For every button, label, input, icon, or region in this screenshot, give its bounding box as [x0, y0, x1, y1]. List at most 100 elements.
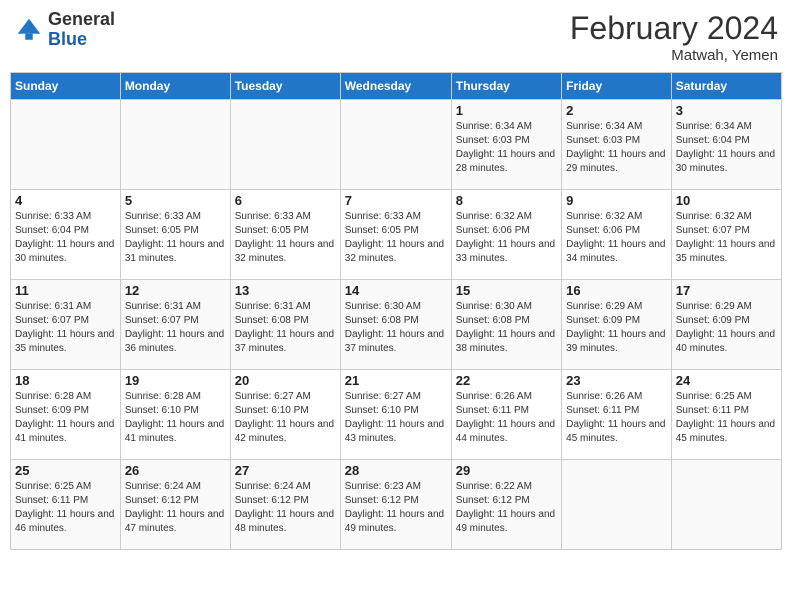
day-cell: [340, 100, 451, 190]
day-info: Sunrise: 6:24 AM Sunset: 6:12 PM Dayligh…: [235, 480, 336, 536]
col-header-thursday: Thursday: [451, 73, 561, 100]
day-cell: 8 Sunrise: 6:32 AM Sunset: 6:06 PM Daylig…: [451, 190, 561, 280]
day-info: Sunrise: 6:23 AM Sunset: 6:12 PM Dayligh…: [345, 480, 447, 536]
day-number: 8: [456, 193, 557, 208]
day-cell: 22 Sunrise: 6:26 AM Sunset: 6:11 PM Dayli…: [451, 370, 561, 460]
day-cell: [11, 100, 121, 190]
day-info: Sunrise: 6:32 AM Sunset: 6:06 PM Dayligh…: [566, 210, 667, 266]
day-number: 3: [676, 103, 777, 118]
day-cell: 15 Sunrise: 6:30 AM Sunset: 6:08 PM Dayli…: [451, 280, 561, 370]
calendar-subtitle: Matwah, Yemen: [570, 47, 778, 64]
day-cell: 11Sunrise: 6:31 AM Sunset: 6:07 PM Dayli…: [11, 280, 121, 370]
day-info: Sunrise: 6:26 AM Sunset: 6:11 PM Dayligh…: [456, 390, 557, 446]
logo-general: General: [48, 10, 115, 30]
day-cell: 9 Sunrise: 6:32 AM Sunset: 6:06 PM Daylig…: [562, 190, 672, 280]
day-cell: 29 Sunrise: 6:22 AM Sunset: 6:12 PM Dayli…: [451, 460, 561, 550]
day-cell: 6Sunrise: 6:33 AM Sunset: 6:05 PM Daylig…: [230, 190, 340, 280]
week-row-1: 1 Sunrise: 6:34 AM Sunset: 6:03 PM Daylig…: [11, 100, 782, 190]
day-cell: 18 Sunrise: 6:28 AM Sunset: 6:09 PM Dayli…: [11, 370, 121, 460]
day-info: Sunrise: 6:28 AM Sunset: 6:10 PM Dayligh…: [125, 390, 226, 446]
day-cell: 23 Sunrise: 6:26 AM Sunset: 6:11 PM Dayli…: [562, 370, 672, 460]
calendar-title: February 2024: [570, 10, 778, 47]
header-row: SundayMondayTuesdayWednesdayThursdayFrid…: [11, 73, 782, 100]
day-number: 25: [15, 463, 116, 478]
day-info: Sunrise: 6:34 AM Sunset: 6:04 PM Dayligh…: [676, 120, 777, 176]
col-header-wednesday: Wednesday: [340, 73, 451, 100]
day-cell: 7 Sunrise: 6:33 AM Sunset: 6:05 PM Daylig…: [340, 190, 451, 280]
day-number: 29: [456, 463, 557, 478]
day-cell: 28Sunrise: 6:23 AM Sunset: 6:12 PM Dayli…: [340, 460, 451, 550]
col-header-monday: Monday: [120, 73, 230, 100]
day-info: Sunrise: 6:29 AM Sunset: 6:09 PM Dayligh…: [566, 300, 667, 356]
day-info: Sunrise: 6:28 AM Sunset: 6:09 PM Dayligh…: [15, 390, 116, 446]
day-cell: 4 Sunrise: 6:33 AM Sunset: 6:04 PM Daylig…: [11, 190, 121, 280]
day-number: 15: [456, 283, 557, 298]
day-number: 14: [345, 283, 447, 298]
day-number: 5: [125, 193, 226, 208]
day-info: Sunrise: 6:27 AM Sunset: 6:10 PM Dayligh…: [345, 390, 447, 446]
day-cell: 26 Sunrise: 6:24 AM Sunset: 6:12 PM Dayli…: [120, 460, 230, 550]
day-number: 13: [235, 283, 336, 298]
day-info: Sunrise: 6:26 AM Sunset: 6:11 PM Dayligh…: [566, 390, 667, 446]
calendar-table: SundayMondayTuesdayWednesdayThursdayFrid…: [10, 72, 782, 550]
day-cell: 2 Sunrise: 6:34 AM Sunset: 6:03 PM Daylig…: [562, 100, 672, 190]
day-info: Sunrise: 6:22 AM Sunset: 6:12 PM Dayligh…: [456, 480, 557, 536]
day-number: 24: [676, 373, 777, 388]
day-number: 4: [15, 193, 116, 208]
day-number: 6: [235, 193, 336, 208]
logo-icon: [14, 15, 44, 45]
day-cell: 16 Sunrise: 6:29 AM Sunset: 6:09 PM Dayli…: [562, 280, 672, 370]
day-number: 7: [345, 193, 447, 208]
day-number: 23: [566, 373, 667, 388]
day-number: 27: [235, 463, 336, 478]
logo: General Blue: [14, 10, 115, 50]
day-info: Sunrise: 6:34 AM Sunset: 6:03 PM Dayligh…: [566, 120, 667, 176]
day-cell: 12 Sunrise: 6:31 AM Sunset: 6:07 PM Dayli…: [120, 280, 230, 370]
day-cell: 25 Sunrise: 6:25 AM Sunset: 6:11 PM Dayli…: [11, 460, 121, 550]
page-header: General Blue February 2024 Matwah, Yemen: [10, 10, 782, 64]
day-number: 12: [125, 283, 226, 298]
day-info: Sunrise: 6:33 AM Sunset: 6:04 PM Dayligh…: [15, 210, 116, 266]
day-number: 16: [566, 283, 667, 298]
day-cell: 19 Sunrise: 6:28 AM Sunset: 6:10 PM Dayli…: [120, 370, 230, 460]
day-number: 17: [676, 283, 777, 298]
day-info: Sunrise: 6:31 AM Sunset: 6:07 PM Dayligh…: [125, 300, 226, 356]
day-number: 9: [566, 193, 667, 208]
day-cell: 14 Sunrise: 6:30 AM Sunset: 6:08 PM Dayli…: [340, 280, 451, 370]
day-info: Sunrise: 6:33 AM Sunset: 6:05 PM Dayligh…: [345, 210, 447, 266]
week-row-5: 25 Sunrise: 6:25 AM Sunset: 6:11 PM Dayli…: [11, 460, 782, 550]
day-info: Sunrise: 6:25 AM Sunset: 6:11 PM Dayligh…: [15, 480, 116, 536]
day-info: Sunrise: 6:33 AM Sunset: 6:05 PM Dayligh…: [125, 210, 226, 266]
day-cell: [230, 100, 340, 190]
day-number: 22: [456, 373, 557, 388]
day-info: Sunrise: 6:30 AM Sunset: 6:08 PM Dayligh…: [345, 300, 447, 356]
day-number: 21: [345, 373, 447, 388]
day-cell: 20Sunrise: 6:27 AM Sunset: 6:10 PM Dayli…: [230, 370, 340, 460]
day-number: 26: [125, 463, 226, 478]
day-cell: 3 Sunrise: 6:34 AM Sunset: 6:04 PM Daylig…: [671, 100, 781, 190]
day-cell: [562, 460, 672, 550]
day-cell: [671, 460, 781, 550]
day-number: 2: [566, 103, 667, 118]
day-info: Sunrise: 6:24 AM Sunset: 6:12 PM Dayligh…: [125, 480, 226, 536]
day-number: 1: [456, 103, 557, 118]
week-row-2: 4 Sunrise: 6:33 AM Sunset: 6:04 PM Daylig…: [11, 190, 782, 280]
day-info: Sunrise: 6:32 AM Sunset: 6:07 PM Dayligh…: [676, 210, 777, 266]
day-info: Sunrise: 6:32 AM Sunset: 6:06 PM Dayligh…: [456, 210, 557, 266]
week-row-4: 18 Sunrise: 6:28 AM Sunset: 6:09 PM Dayli…: [11, 370, 782, 460]
col-header-friday: Friday: [562, 73, 672, 100]
day-info: Sunrise: 6:25 AM Sunset: 6:11 PM Dayligh…: [676, 390, 777, 446]
day-cell: 10 Sunrise: 6:32 AM Sunset: 6:07 PM Dayli…: [671, 190, 781, 280]
day-info: Sunrise: 6:31 AM Sunset: 6:08 PM Dayligh…: [235, 300, 336, 356]
day-info: Sunrise: 6:30 AM Sunset: 6:08 PM Dayligh…: [456, 300, 557, 356]
day-cell: 17Sunrise: 6:29 AM Sunset: 6:09 PM Dayli…: [671, 280, 781, 370]
day-number: 19: [125, 373, 226, 388]
day-number: 18: [15, 373, 116, 388]
day-number: 10: [676, 193, 777, 208]
day-cell: 24 Sunrise: 6:25 AM Sunset: 6:11 PM Dayli…: [671, 370, 781, 460]
logo-text: General Blue: [48, 10, 115, 50]
day-info: Sunrise: 6:31 AM Sunset: 6:07 PM Dayligh…: [15, 300, 116, 356]
day-info: Sunrise: 6:34 AM Sunset: 6:03 PM Dayligh…: [456, 120, 557, 176]
col-header-saturday: Saturday: [671, 73, 781, 100]
day-cell: 13 Sunrise: 6:31 AM Sunset: 6:08 PM Dayli…: [230, 280, 340, 370]
